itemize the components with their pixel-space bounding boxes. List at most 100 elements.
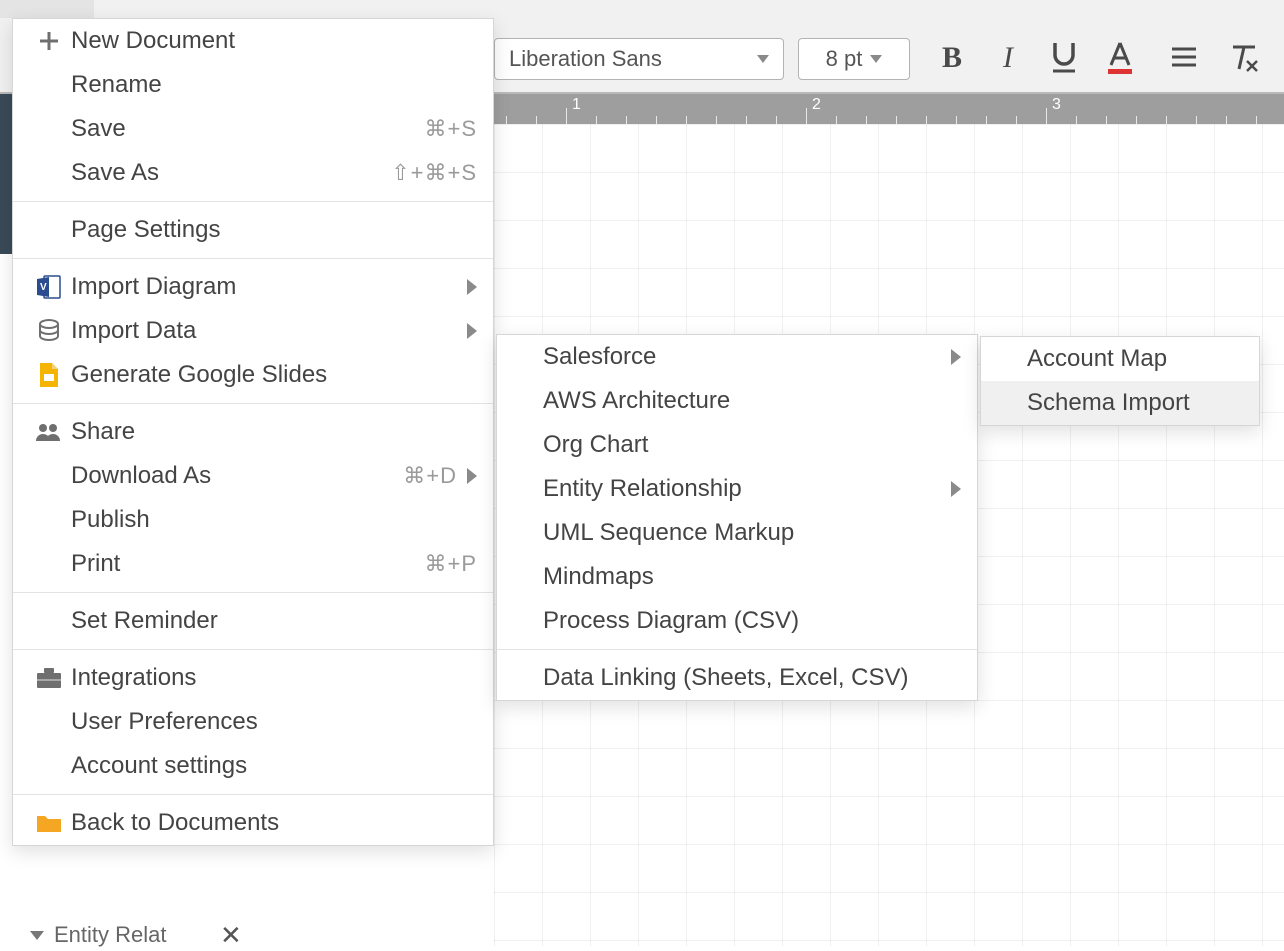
menu-label: Back to Documents [71,809,477,837]
menu-item-share[interactable]: Share [13,410,493,454]
collapse-triangle-icon [30,931,44,940]
italic-icon: I [1003,41,1013,75]
briefcase-icon [27,666,71,690]
shortcut: ⌘+D [403,463,457,489]
menu-label: Save As [71,159,379,187]
menu-separator [497,649,977,650]
menu-item-download-as[interactable]: Download As ⌘+D [13,454,493,498]
clear-formatting-button[interactable] [1222,36,1266,80]
align-icon [1169,45,1199,71]
menu-item-print[interactable]: Print ⌘+P [13,542,493,586]
submenu-caret-icon [467,279,477,295]
menu-label: Share [71,418,477,446]
italic-button[interactable]: I [986,36,1030,80]
submenu-item-schema-import[interactable]: Schema Import [981,381,1259,425]
font-size-select[interactable]: 8 pt [798,38,910,80]
bold-button[interactable]: B [930,36,974,80]
menu-label: Process Diagram (CSV) [543,607,961,635]
ruler-mark: 3 [1052,96,1061,114]
shape-panel-title: Entity Relat [54,922,167,948]
font-family-value: Liberation Sans [509,46,662,72]
share-icon [27,421,71,443]
menu-label: Set Reminder [71,607,477,635]
menu-item-new-document[interactable]: New Document [13,19,493,63]
menu-label: Import Data [71,317,457,345]
submenu-item-process-diagram-csv[interactable]: Process Diagram (CSV) [497,599,977,643]
shortcut: ⇧+⌘+S [391,160,477,186]
menu-label: Account settings [71,752,477,780]
menu-label: Integrations [71,664,477,692]
menu-label: Print [71,550,412,578]
menu-item-integrations[interactable]: Integrations [13,656,493,700]
visio-icon: V [27,273,71,301]
menu-separator [13,592,493,593]
menu-item-generate-google-slides[interactable]: Generate Google Slides [13,353,493,397]
submenu-item-account-map[interactable]: Account Map [981,337,1259,381]
underline-icon [1049,41,1079,75]
google-slides-icon [27,361,71,389]
menu-item-user-preferences[interactable]: User Preferences [13,700,493,744]
left-panel-edge [0,94,12,254]
file-menu: New Document Rename Save ⌘+S Save As ⇧+⌘… [12,18,494,846]
menu-separator [13,258,493,259]
menu-label: UML Sequence Markup [543,519,961,547]
folder-icon [27,812,71,834]
submenu-item-entity-relationship[interactable]: Entity Relationship [497,467,977,511]
menu-separator [13,403,493,404]
clear-formatting-icon [1227,43,1261,73]
menu-label: Import Diagram [71,273,457,301]
menu-label: Generate Google Slides [71,361,477,389]
shortcut: ⌘+S [424,116,477,142]
submenu-item-mindmaps[interactable]: Mindmaps [497,555,977,599]
submenu-caret-icon [951,349,961,365]
menu-label: Schema Import [1027,389,1243,417]
menu-item-set-reminder[interactable]: Set Reminder [13,599,493,643]
font-size-value: 8 pt [826,46,863,72]
menu-label: Page Settings [71,216,477,244]
text-color-icon [1105,41,1135,75]
menu-item-save-as[interactable]: Save As ⇧+⌘+S [13,151,493,195]
menu-separator [13,794,493,795]
submenu-item-data-linking[interactable]: Data Linking (Sheets, Excel, CSV) [497,656,977,700]
menu-item-rename[interactable]: Rename [13,63,493,107]
underline-button[interactable] [1042,36,1086,80]
menu-label: Rename [71,71,477,99]
submenu-caret-icon [467,468,477,484]
caret-down-icon [757,55,769,63]
menu-label: Salesforce [543,343,941,371]
menu-item-publish[interactable]: Publish [13,498,493,542]
menu-item-account-settings[interactable]: Account settings [13,744,493,788]
menu-label: Org Chart [543,431,961,459]
import-data-submenu: Salesforce AWS Architecture Org Chart En… [496,334,978,701]
menu-label: User Preferences [71,708,477,736]
menu-item-back-to-documents[interactable]: Back to Documents [13,801,493,845]
ruler-mark: 1 [572,96,581,114]
shortcut: ⌘+P [424,551,477,577]
submenu-caret-icon [951,481,961,497]
active-menu-tab [0,0,94,18]
menu-separator [13,201,493,202]
menu-label: Publish [71,506,477,534]
menu-label: Mindmaps [543,563,961,591]
submenu-item-salesforce[interactable]: Salesforce [497,335,977,379]
menu-item-import-diagram[interactable]: V Import Diagram [13,265,493,309]
bold-icon: B [942,41,962,75]
horizontal-ruler: 1 2 3 [494,94,1284,124]
menu-label: Data Linking (Sheets, Excel, CSV) [543,664,961,692]
menu-item-save[interactable]: Save ⌘+S [13,107,493,151]
menu-item-page-settings[interactable]: Page Settings [13,208,493,252]
submenu-item-uml-sequence[interactable]: UML Sequence Markup [497,511,977,555]
submenu-item-aws-architecture[interactable]: AWS Architecture [497,379,977,423]
menu-label: Account Map [1027,345,1243,373]
salesforce-submenu: Account Map Schema Import [980,336,1260,426]
text-color-button[interactable] [1098,36,1142,80]
menu-label: New Document [71,27,477,55]
submenu-item-org-chart[interactable]: Org Chart [497,423,977,467]
menu-label: AWS Architecture [543,387,961,415]
plus-icon [27,29,71,53]
menu-item-import-data[interactable]: Import Data [13,309,493,353]
align-button[interactable] [1162,36,1206,80]
font-family-select[interactable]: Liberation Sans [494,38,784,80]
menu-label: Entity Relationship [543,475,941,503]
menu-label: Download As [71,462,391,490]
